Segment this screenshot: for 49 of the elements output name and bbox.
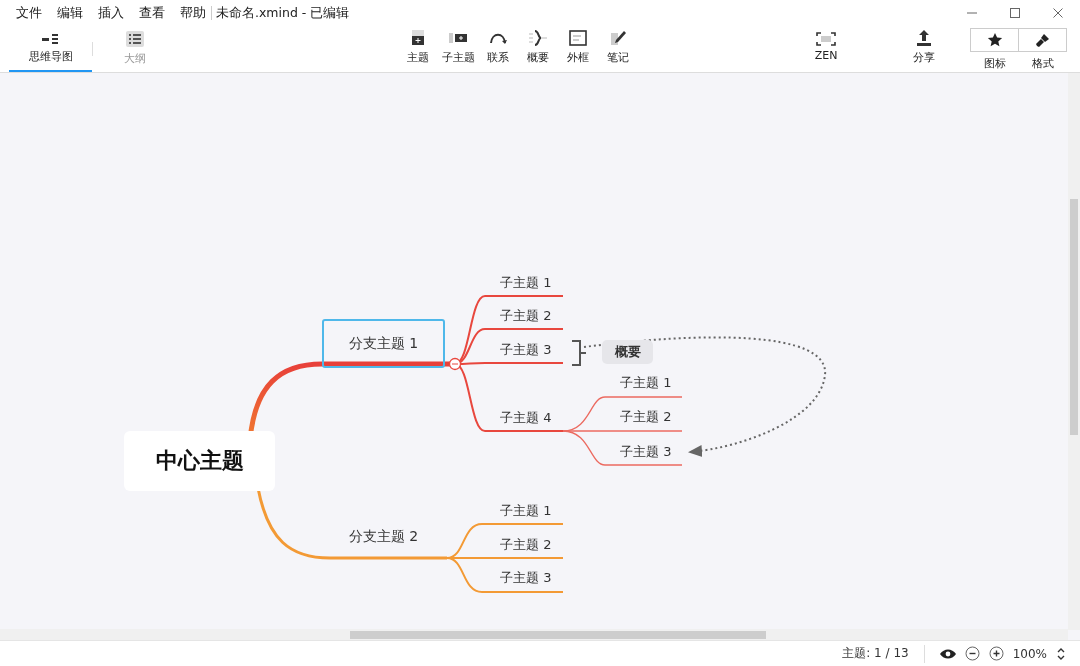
subtopic[interactable]: 子主题 1 xyxy=(620,374,672,392)
menu-item[interactable]: 插入 xyxy=(98,4,124,22)
subtopic[interactable]: 子主题 2 xyxy=(500,536,552,554)
menu-item[interactable]: 编辑 xyxy=(57,4,83,22)
close-icon[interactable] xyxy=(1052,7,1064,19)
share-button[interactable]: 分享 xyxy=(907,26,941,72)
central-topic[interactable]: 中心主题 xyxy=(124,431,275,491)
subtopic[interactable]: 子主题 2 xyxy=(500,307,552,325)
zoom-in-icon[interactable] xyxy=(988,646,1004,661)
branch-topic[interactable]: 分支主题 1 xyxy=(322,319,445,368)
frame-icon xyxy=(568,29,588,47)
subtopic[interactable]: 子主题 3 xyxy=(500,569,552,587)
subtopic[interactable]: 子主题 2 xyxy=(620,408,672,426)
toolbar-button[interactable]: 联系 xyxy=(481,26,515,72)
upload-icon xyxy=(916,29,932,47)
branch-topic[interactable]: 分支主题 2 xyxy=(322,512,445,561)
star-icon xyxy=(986,32,1003,48)
toolbar-button[interactable]: 概要 xyxy=(521,26,555,72)
list-icon xyxy=(125,30,144,47)
collapse-icon[interactable] xyxy=(448,357,462,371)
fullscreen-icon xyxy=(816,32,836,46)
zoom-level[interactable]: 100% xyxy=(1012,646,1047,661)
mind-map-icon xyxy=(40,32,61,45)
stepper-icon[interactable] xyxy=(1056,646,1066,661)
eye-icon[interactable] xyxy=(939,648,956,659)
zoom-out-icon[interactable] xyxy=(964,646,980,661)
subtopic[interactable]: 子主题 3 xyxy=(620,443,672,461)
summary-bracket xyxy=(571,340,587,366)
menu-item[interactable]: 帮助 xyxy=(180,4,206,22)
toolbar-button[interactable]: 子主题 xyxy=(441,26,475,72)
subtopic[interactable]: 子主题 3 xyxy=(500,341,552,359)
brace-icon xyxy=(528,29,548,47)
subtopic[interactable]: 子主题 1 xyxy=(500,502,552,520)
zen-button[interactable]: ZEN xyxy=(809,26,843,72)
menu-item[interactable]: 文件 xyxy=(16,4,42,22)
subtopic[interactable]: 子主题 1 xyxy=(500,274,552,292)
maximize-icon[interactable] xyxy=(1009,7,1021,19)
window-title: 未命名.xmind - 已编辑 xyxy=(216,4,350,22)
toolbar-button[interactable]: 笔记 xyxy=(601,26,635,72)
pencil-icon xyxy=(608,29,628,47)
subtopic[interactable]: 子主题 4 xyxy=(500,409,552,427)
toolbar-button[interactable]: 外框 xyxy=(561,26,595,72)
menu-item[interactable]: 查看 xyxy=(139,4,165,22)
horizontal-scrollbar[interactable] xyxy=(0,629,1068,640)
brush-icon xyxy=(1034,32,1051,48)
toolbar-button[interactable]: 主题 xyxy=(401,26,435,72)
topic-count: 主题: 1 / 13 xyxy=(842,645,909,662)
vertical-scrollbar[interactable] xyxy=(1068,73,1080,630)
summary-topic[interactable]: 概要 xyxy=(602,340,653,364)
